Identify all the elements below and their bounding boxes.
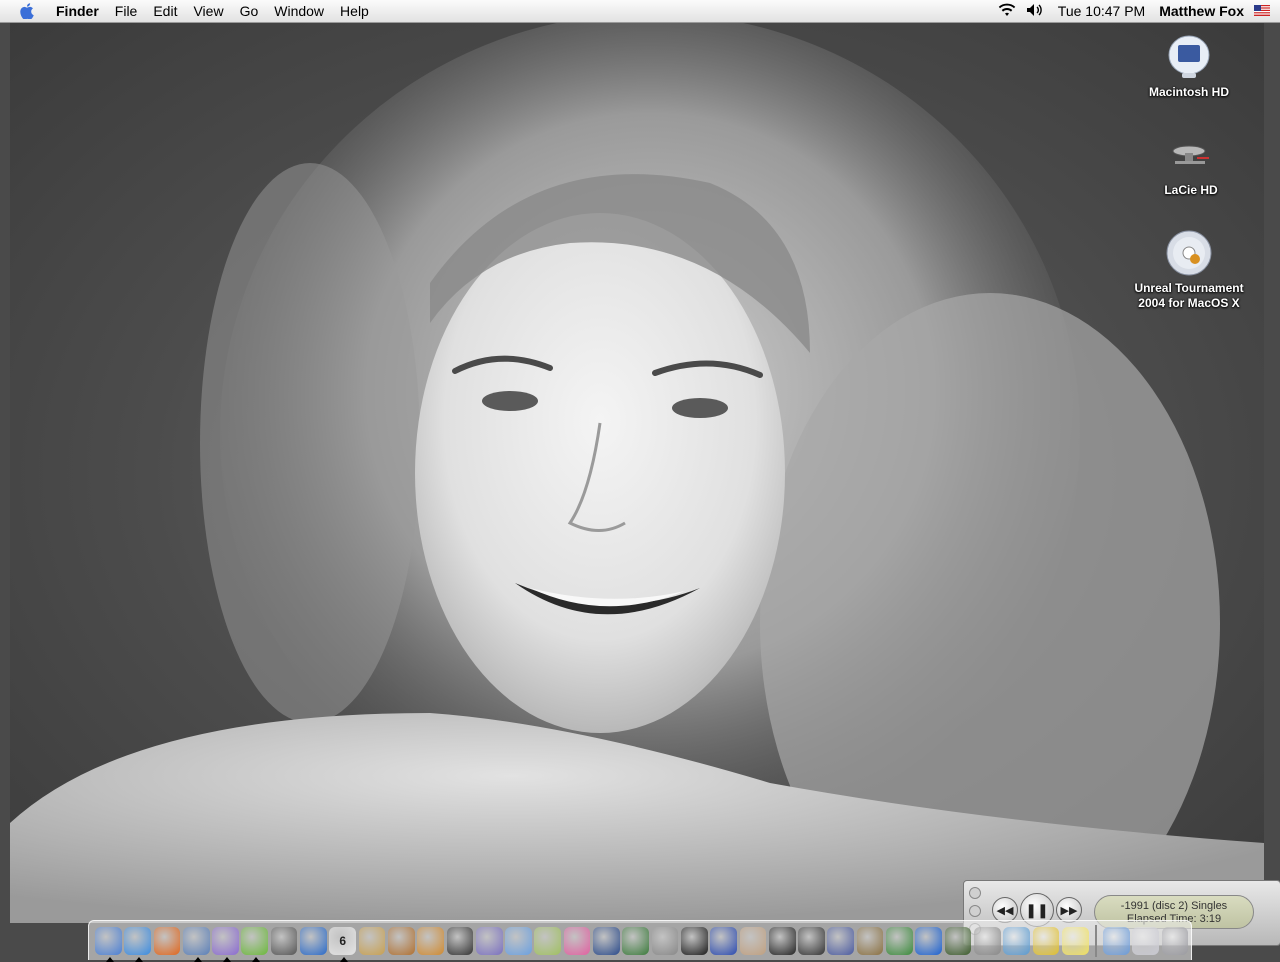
starship-drive-icon: [1167, 131, 1215, 179]
menu-view[interactable]: View: [185, 0, 231, 22]
dock-textedit-icon[interactable]: [593, 926, 620, 955]
menu-bar: Finder File Edit View Go Window Help Tue…: [0, 0, 1280, 23]
dock-tie-fighter-icon[interactable]: [798, 926, 825, 955]
desktop-icon-lacie-hd[interactable]: LaCie HD: [1126, 131, 1256, 198]
close-window-button[interactable]: [969, 887, 981, 899]
menu-help[interactable]: Help: [332, 0, 377, 22]
cd-disc-icon: [1165, 229, 1213, 277]
dock-shield-game-icon[interactable]: [680, 926, 708, 955]
dock-vader-game-icon[interactable]: [768, 926, 796, 955]
dock-imovie-icon[interactable]: [446, 926, 474, 955]
desktop-icon-label: Unreal Tournament 2004 for MacOS X: [1134, 281, 1244, 310]
dock-chat-bubble-icon[interactable]: [1003, 926, 1030, 955]
dock-flower-app-icon[interactable]: [563, 926, 591, 955]
dock-x-game-icon[interactable]: [651, 926, 679, 955]
dock-ichat-icon[interactable]: [212, 926, 239, 962]
dock-finder-icon[interactable]: [95, 926, 122, 962]
menu-user-name[interactable]: Matthew Fox: [1159, 3, 1244, 19]
running-indicator: [223, 956, 232, 962]
dock-applications-folder-icon[interactable]: [1103, 926, 1130, 955]
dock-money-app-icon[interactable]: [622, 926, 650, 955]
wallpaper-portrait-image: [10, 23, 1264, 923]
dock-itunes-icon[interactable]: [241, 926, 269, 962]
dock-runner-app-icon[interactable]: [1032, 926, 1060, 955]
dock-minimized-window-icon[interactable]: [1132, 926, 1159, 955]
dock-blue-ring-icon[interactable]: [915, 926, 943, 955]
menu-clock[interactable]: Tue 10:47 PM: [1054, 3, 1149, 19]
dock-pen-tool-icon[interactable]: [534, 926, 562, 955]
dock-spy-hat-icon[interactable]: [270, 926, 298, 955]
dock-trash-icon[interactable]: [1161, 926, 1189, 955]
menu-app-finder[interactable]: Finder: [48, 0, 107, 22]
calendar-date-text: 6: [339, 933, 347, 948]
dock-stickies-icon[interactable]: [1061, 926, 1089, 955]
desktop-icon-unreal-tournament[interactable]: Unreal Tournament 2004 for MacOS X: [1124, 229, 1254, 311]
menu-window[interactable]: Window: [266, 0, 332, 22]
menu-file[interactable]: File: [107, 0, 146, 22]
dock-creature-game-icon[interactable]: [739, 926, 767, 955]
track-title: -1991 (disc 2) Singles: [1120, 900, 1228, 912]
dock-word-icon[interactable]: [300, 926, 327, 955]
running-indicator: [106, 956, 114, 962]
dock-unreal-icon[interactable]: [710, 926, 737, 955]
running-indicator: [340, 956, 349, 962]
us-flag-icon[interactable]: [1254, 3, 1270, 19]
wifi-icon[interactable]: [998, 3, 1016, 20]
dock-iphoto-icon[interactable]: [387, 926, 415, 955]
dock-address-book-icon[interactable]: [505, 926, 532, 955]
dock-safari-icon[interactable]: [124, 926, 151, 962]
running-indicator: [135, 956, 144, 962]
dock: 6: [88, 920, 1192, 962]
desktop-icon-macintosh-hd[interactable]: Macintosh HD: [1124, 33, 1254, 100]
dock-ical-icon[interactable]: 6: [329, 926, 357, 962]
desktop-icon-label: Macintosh HD: [1148, 85, 1229, 99]
dock-separator: [1095, 924, 1097, 957]
dock-firefox-icon[interactable]: [153, 926, 181, 955]
dock-mail-icon[interactable]: [182, 926, 210, 962]
dock-hammer-tool-icon[interactable]: [358, 926, 386, 955]
dock-starfighter-icon[interactable]: [827, 926, 855, 955]
minimize-window-button[interactable]: [969, 905, 981, 917]
running-indicator: [193, 956, 202, 962]
desktop-icon-label: LaCie HD: [1164, 183, 1218, 197]
dock-sync-app-icon[interactable]: [973, 926, 1001, 955]
volume-icon[interactable]: [1026, 3, 1044, 20]
imac-hard-drive-icon: [1165, 33, 1213, 81]
dock-palm-tree-game-icon[interactable]: [886, 926, 913, 955]
dock-garageband-icon[interactable]: [417, 926, 444, 955]
apple-menu-icon[interactable]: [16, 0, 38, 22]
dock-castle-game-icon[interactable]: [856, 926, 884, 955]
menu-go[interactable]: Go: [232, 0, 267, 22]
desktop-wallpaper: Macintosh HD LaCie HD Unreal Tournament …: [10, 23, 1264, 923]
dock-dvd-player-icon[interactable]: [475, 926, 503, 955]
menu-edit[interactable]: Edit: [145, 0, 185, 22]
dock-monster-game-icon[interactable]: [944, 926, 972, 955]
running-indicator: [252, 956, 261, 962]
